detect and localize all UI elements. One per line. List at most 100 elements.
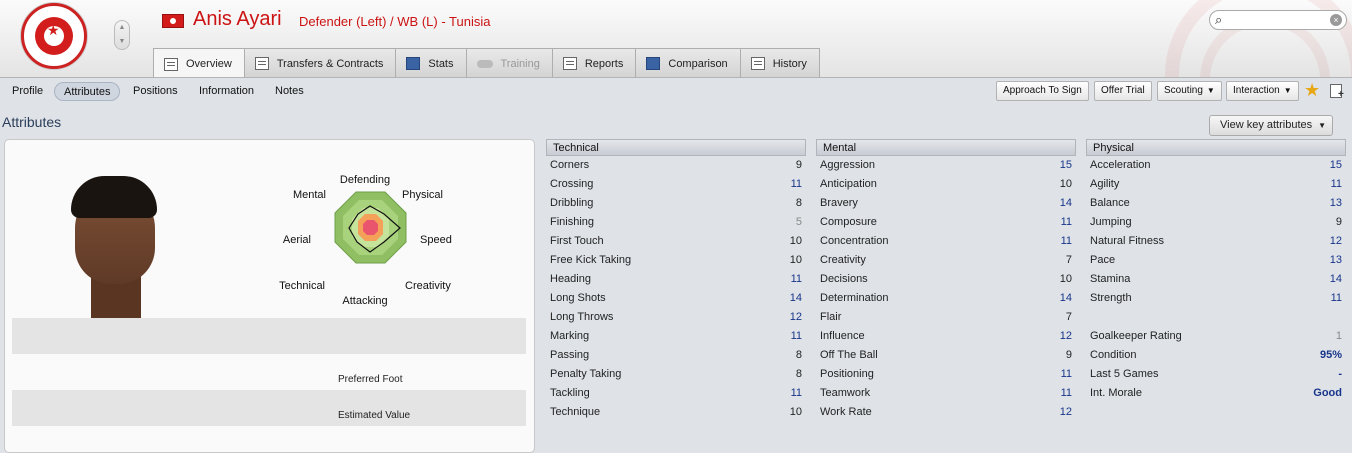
mental-attributes-table: Mental Aggression 15 Anticipation 10 Bravery…	[816, 139, 1076, 422]
tab-stats[interactable]: Stats	[395, 48, 467, 77]
attribute-name: Jumping	[1090, 216, 1132, 228]
table-row: Finishing 5	[546, 213, 806, 232]
attribute-value: 10	[789, 235, 802, 247]
tab-training[interactable]: Training	[465, 48, 553, 77]
attribute-name: Stamina	[1090, 273, 1131, 285]
attribute-value: -	[1338, 368, 1342, 380]
table-row: Dribbling 8	[546, 194, 806, 213]
attribute-name: Bravery	[820, 197, 858, 209]
attribute-name: Natural Fitness	[1090, 235, 1164, 247]
attribute-value: 11	[790, 273, 802, 285]
subnav-profile[interactable]: Profile	[12, 82, 43, 101]
subnav-attributes[interactable]: Attributes	[54, 82, 121, 101]
attribute-value: 15	[1329, 159, 1342, 171]
stats-icon	[406, 57, 421, 70]
table-row: Pace 13	[1086, 251, 1346, 270]
reports-icon	[562, 57, 577, 70]
estimated-value-label: Estimated Value	[338, 410, 411, 421]
tab-reports[interactable]: Reports	[551, 48, 637, 77]
attribute-name: Marking	[550, 330, 590, 342]
tab-overview[interactable]: Overview	[153, 48, 245, 77]
history-icon	[750, 57, 765, 70]
search-icon: ⌕	[1215, 12, 1223, 27]
attribute-value: 9	[795, 159, 802, 171]
player-name: Anis Ayari	[193, 8, 282, 30]
attribute-value: 11	[1330, 178, 1342, 190]
attribute-name: Teamwork	[820, 387, 871, 399]
table-row: Bravery 14	[816, 194, 1076, 213]
page-title: Attributes	[2, 114, 62, 130]
sub-navigation: Profile Attributes Positions Information…	[0, 79, 1352, 105]
attribute-value: 14	[1059, 197, 1072, 209]
scouting-button[interactable]: Scouting ▼	[1157, 81, 1222, 101]
tab-history[interactable]: History	[739, 48, 820, 77]
radar-label-speed: Speed	[420, 234, 452, 246]
mental-header: Mental	[816, 139, 1076, 156]
attribute-value: 7	[1065, 311, 1072, 323]
table-row: Aggression 15	[816, 156, 1076, 175]
attribute-name: Crossing	[550, 178, 594, 190]
interaction-button[interactable]: Interaction ▼	[1226, 81, 1299, 101]
approach-to-sign-button[interactable]: Approach To Sign	[996, 81, 1089, 101]
table-row: First Touch 10	[546, 232, 806, 251]
attribute-name: Flair	[820, 311, 842, 323]
add-note-icon[interactable]	[1330, 84, 1344, 100]
attribute-value: 14	[789, 292, 802, 304]
attribute-name: Pace	[1090, 254, 1116, 266]
attribute-name: Anticipation	[820, 178, 877, 190]
chevron-down-icon: ▼	[1206, 86, 1215, 95]
subnav-notes[interactable]: Notes	[275, 82, 304, 101]
attribute-name: Corners	[550, 159, 590, 171]
history-arrows-icon[interactable]: ▲ ▼	[114, 20, 130, 50]
table-row: Last 5 Games -	[1086, 365, 1346, 384]
attribute-name: Concentration	[820, 235, 889, 247]
subnav-positions[interactable]: Positions	[133, 82, 178, 101]
clear-search-icon[interactable]: ×	[1330, 14, 1342, 26]
attribute-value: 10	[1059, 273, 1072, 285]
chevron-down-icon: ▼	[1283, 86, 1292, 95]
table-row: Condition 95%	[1086, 346, 1346, 365]
table-row: Corners 9	[546, 156, 806, 175]
subnav-information[interactable]: Information	[199, 82, 254, 101]
attribute-value: 10	[789, 406, 802, 418]
attribute-name: Balance	[1090, 197, 1130, 209]
table-row: Crossing 11	[546, 175, 806, 194]
attribute-value: 10	[1059, 178, 1072, 190]
attribute-name: Aggression	[820, 159, 876, 171]
attribute-name: Tackling	[550, 387, 590, 399]
radar-label-mental: Mental	[293, 189, 326, 201]
search-input[interactable]: ⌕ ×	[1209, 10, 1347, 30]
attribute-value: 11	[1060, 368, 1072, 380]
table-row: Strength 11	[1086, 289, 1346, 308]
offer-trial-button[interactable]: Offer Trial	[1094, 81, 1152, 101]
attribute-name: First Touch	[550, 235, 604, 247]
star-icon[interactable]: ★	[1304, 80, 1320, 100]
mental-rows: Aggression 15 Anticipation 10 Bravery 14 Compo…	[816, 156, 1076, 422]
table-row: Composure 11	[816, 213, 1076, 232]
attribute-value: 9	[1335, 216, 1342, 228]
tab-comparison[interactable]: Comparison	[635, 48, 741, 77]
table-row: Natural Fitness 12	[1086, 232, 1346, 251]
attribute-value: 1	[1335, 330, 1342, 342]
physical-rows: Acceleration 15 Agility 11 Balance 13 Jumping 9…	[1086, 156, 1346, 308]
contract-icon	[254, 57, 269, 70]
attribute-name: Determination	[820, 292, 889, 304]
tab-transfers-contracts[interactable]: Transfers & Contracts	[243, 48, 397, 77]
attribute-value: 7	[1065, 254, 1072, 266]
chevron-down-icon: ▼	[1318, 121, 1327, 130]
table-row: Anticipation 10	[816, 175, 1076, 194]
attribute-name: Long Shots	[550, 292, 606, 304]
table-row: Long Throws 12	[546, 308, 806, 327]
attribute-name: Dribbling	[550, 197, 594, 209]
attribute-name: Positioning	[820, 368, 874, 380]
table-row: Concentration 11	[816, 232, 1076, 251]
table-row: Creativity 7	[816, 251, 1076, 270]
attribute-value: Good	[1313, 387, 1342, 399]
radar-label-defending: Defending	[340, 174, 390, 186]
attribute-name: Condition	[1090, 349, 1137, 361]
attribute-value: 11	[790, 387, 802, 399]
table-row: Free Kick Taking 10	[546, 251, 806, 270]
profile-stripe-row	[12, 318, 526, 354]
attribute-name: Acceleration	[1090, 159, 1151, 171]
view-key-attributes-button[interactable]: View key attributes ▼	[1209, 115, 1333, 136]
